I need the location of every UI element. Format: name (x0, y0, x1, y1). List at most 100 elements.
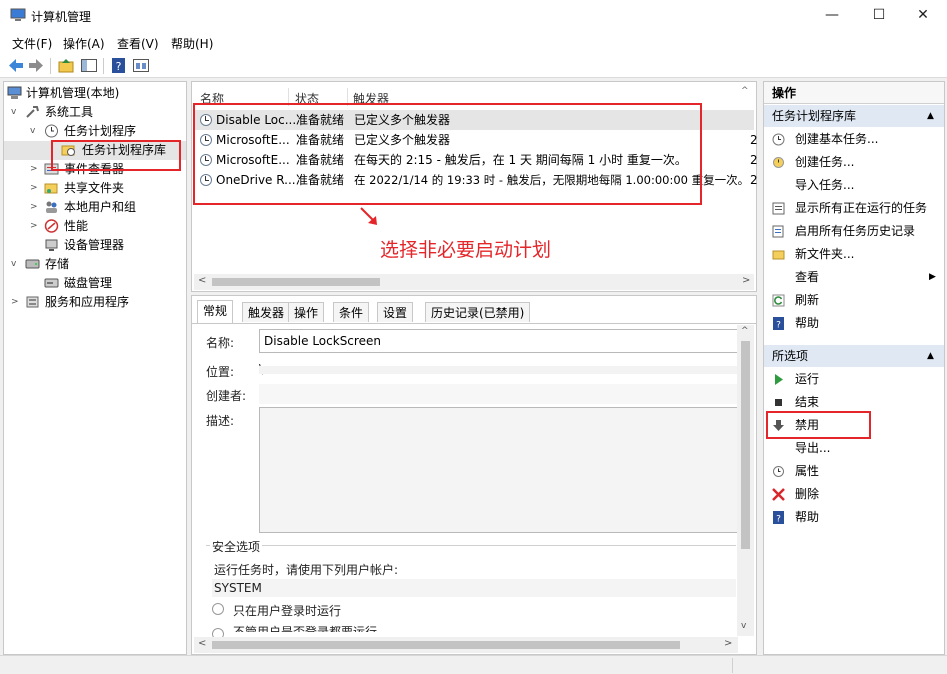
scroll-right-icon[interactable]: > (724, 638, 732, 649)
section-title: 所选项 (772, 349, 809, 363)
option-whether-logged-on: 不管用户是否登录都要运行 (233, 625, 378, 632)
tree-item-local-users-groups[interactable]: > 本地用户和组 (4, 198, 186, 217)
tab-triggers[interactable]: 触发器 (242, 302, 291, 322)
action-label: 导出... (795, 441, 831, 455)
task-name-field[interactable]: Disable LockScreen (259, 329, 739, 353)
horizontal-scrollbar[interactable]: < > (194, 637, 738, 653)
action-enable-history[interactable]: 启用所有任务历史记录 (764, 220, 944, 243)
radio-logged-on-only[interactable] (212, 603, 224, 615)
tree-label: 任务计划程序 (64, 124, 137, 138)
tree-item-performance[interactable]: > 性能 (4, 217, 186, 236)
action-label: 刷新 (795, 293, 820, 307)
tab-conditions[interactable]: 条件 (333, 302, 370, 322)
scrollbar-thumb[interactable] (212, 641, 680, 649)
scroll-left-icon[interactable]: < (198, 638, 206, 649)
menu-help[interactable]: 帮助(H) (171, 35, 213, 52)
storage-icon (25, 259, 40, 269)
window-title: 计算机管理 (31, 10, 92, 24)
tab-history[interactable]: 历史记录(已禁用) (425, 302, 531, 322)
chevron-down-icon[interactable]: v (30, 122, 35, 141)
chevron-right-icon[interactable]: > (30, 217, 38, 236)
name-label: 名称: (206, 336, 235, 350)
toolbar: ? (0, 54, 947, 78)
menu-action[interactable]: 操作(A) (63, 35, 105, 52)
forward-icon[interactable] (27, 57, 45, 74)
users-icon (46, 201, 57, 213)
action-run[interactable]: 运行 (764, 368, 944, 391)
annotation-text: 选择非必要启动计划 (380, 239, 552, 261)
action-create-basic-task[interactable]: 创建基本任务... (764, 128, 944, 151)
author-field (259, 384, 739, 404)
menu-file[interactable]: 文件(F) (12, 35, 52, 52)
scroll-up-icon[interactable]: ^ (741, 326, 749, 336)
tree-item-services-applications[interactable]: > 服务和应用程序 (4, 293, 186, 312)
action-help[interactable]: ? 帮助 (764, 312, 944, 335)
scrollbar-thumb[interactable] (212, 278, 380, 286)
chevron-right-icon[interactable]: > (30, 179, 38, 198)
tab-actions[interactable]: 操作 (288, 302, 325, 322)
action-import-task[interactable]: 导入任务... (764, 174, 944, 197)
properties-icon (773, 466, 784, 477)
back-icon[interactable] (7, 57, 25, 74)
action-refresh[interactable]: 刷新 (764, 289, 944, 312)
action-help-selected[interactable]: ? 帮助 (764, 506, 944, 529)
tab-general[interactable]: 常规 (197, 300, 234, 323)
action-new-folder[interactable]: 新文件夹... (764, 243, 944, 266)
account-field (212, 579, 736, 597)
tree-label: 计算机管理(本地) (26, 86, 120, 100)
scroll-left-icon[interactable]: < (198, 275, 206, 286)
tree-item-shared-folders[interactable]: > 共享文件夹 (4, 179, 186, 198)
action-export[interactable]: 导出... (764, 437, 944, 460)
section-header-selected[interactable]: 所选项 ▲ (764, 345, 944, 367)
scroll-down-icon[interactable]: v (741, 621, 746, 631)
chevron-down-icon[interactable]: v (11, 255, 16, 274)
tree-label: 磁盘管理 (64, 276, 113, 290)
tree-item-disk-management[interactable]: 磁盘管理 (4, 274, 186, 293)
scroll-right-icon[interactable]: > (742, 275, 750, 286)
tree-item-storage[interactable]: v 存储 (4, 255, 186, 274)
action-display-running-tasks[interactable]: 显示所有正在运行的任务 (764, 197, 944, 220)
performance-icon (44, 219, 59, 233)
tree-item-device-manager[interactable]: 设备管理器 (4, 236, 186, 255)
tree-item-computer-management[interactable]: 计算机管理(本地) (4, 84, 186, 103)
up-folder-icon[interactable] (57, 57, 75, 74)
computer-management-icon (10, 8, 26, 21)
chevron-right-icon[interactable]: > (11, 293, 19, 312)
svg-text:?: ? (776, 321, 781, 331)
close-button[interactable]: ✕ (900, 0, 946, 32)
collapse-up-icon[interactable]: ▲ (927, 105, 934, 127)
chevron-right-icon[interactable]: > (30, 198, 38, 217)
highlight-disable-action (766, 411, 871, 439)
show-hide-tree-icon[interactable] (80, 57, 98, 74)
horizontal-scrollbar[interactable]: < > (194, 274, 754, 290)
description-field[interactable] (259, 407, 739, 533)
action-create-task[interactable]: 创建任务... (764, 151, 944, 174)
minimize-button[interactable]: — (809, 0, 855, 32)
action-view[interactable]: 查看 ▶ (764, 266, 944, 289)
action-label: 查看 (795, 270, 820, 284)
scrollbar-thumb[interactable] (741, 341, 750, 549)
section-title: 任务计划程序库 (772, 109, 857, 123)
section-header-library[interactable]: 任务计划程序库 ▲ (764, 105, 944, 127)
chevron-right-icon[interactable]: > (30, 160, 38, 179)
tree-item-system-tools[interactable]: v 系统工具 (4, 103, 186, 122)
vertical-scrollbar[interactable]: ^ v (737, 325, 754, 636)
running-tasks-icon (772, 202, 785, 215)
submenu-arrow-icon: ▶ (929, 272, 936, 282)
description-label: 描述: (206, 414, 235, 428)
tree-item-task-scheduler[interactable]: v 任务计划程序 (4, 122, 186, 141)
chevron-down-icon[interactable]: v (11, 103, 16, 122)
toolbar-separator (50, 58, 51, 74)
action-properties[interactable]: 属性 (764, 460, 944, 483)
collapse-up-icon[interactable]: ▲ (927, 345, 934, 367)
maximize-button[interactable]: ☐ (856, 0, 902, 32)
properties-icon[interactable] (132, 57, 150, 74)
menu-view[interactable]: 查看(V) (117, 35, 159, 52)
tab-settings[interactable]: 设置 (377, 302, 414, 322)
option-clip: 不管用户是否登录都要运行 (228, 624, 388, 632)
actions-pane: 操作 任务计划程序库 ▲ 创建基本任务... 创建任务... 导入任务... 显… (763, 81, 945, 655)
scroll-up-icon[interactable]: ^ (741, 86, 751, 98)
action-delete[interactable]: 删除 (764, 483, 944, 506)
help-icon[interactable]: ? (110, 57, 128, 74)
action-label: 导入任务... (795, 178, 855, 192)
